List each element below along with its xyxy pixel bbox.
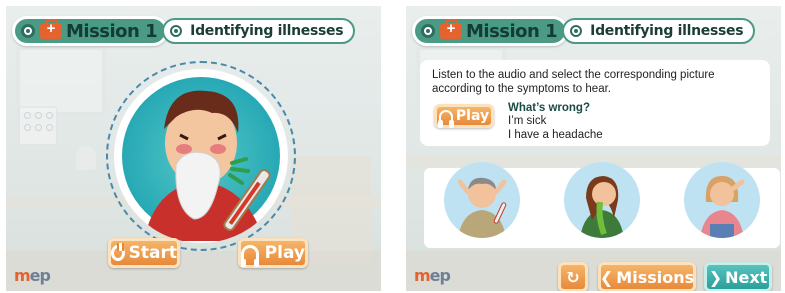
headphones-icon [437, 110, 454, 128]
play-audio-button[interactable]: Play [434, 104, 494, 128]
play-audio-label: Play [455, 108, 490, 124]
missions-button-label: Missions [616, 267, 695, 287]
instruction-text: Listen to the audio and select the corre… [432, 69, 715, 95]
missions-button[interactable]: ❮ Missions [598, 262, 696, 291]
chevron-right-icon: ❯ [708, 267, 723, 287]
headphones-icon [241, 245, 259, 267]
mep-logo: mmepep [14, 266, 51, 285]
eye-chart [18, 106, 58, 146]
start-button[interactable]: Start [108, 238, 180, 268]
power-icon [111, 243, 125, 261]
intro-screen: Mission 1 Identifying illnesses Start Pl… [6, 6, 381, 291]
activity-screen: Mission 1 Identifying illnesses Listen t… [406, 6, 781, 291]
mission-label: Mission 1 [466, 20, 558, 42]
start-button-label: Start [128, 243, 177, 263]
sick-boy-illustration [114, 69, 288, 243]
replay-icon: ↻ [566, 267, 580, 287]
chevron-left-icon: ❮ [599, 267, 614, 287]
floor [6, 251, 381, 291]
answer-line-1: I’m sick [508, 115, 547, 127]
medical-kit-icon [440, 19, 462, 39]
picture-options [424, 162, 780, 248]
mission-header: Mission 1 Identifying illnesses [12, 16, 356, 46]
play-button[interactable]: Play [238, 238, 308, 268]
play-button-label: Play [264, 243, 305, 263]
next-button-label: Next [725, 267, 768, 287]
boy-with-fever-icon [457, 177, 507, 238]
next-button[interactable]: ❯ Next [704, 262, 772, 291]
question-text: What’s wrong? [508, 102, 590, 114]
info-icon [170, 25, 183, 37]
option-headache[interactable] [684, 162, 760, 238]
option-fever[interactable] [444, 162, 520, 238]
mission-header: Mission 1 Identifying illnesses [412, 16, 756, 46]
mission-badge[interactable]: Mission 1 [12, 16, 169, 46]
replay-button[interactable]: ↻ [558, 262, 588, 291]
instruction-card: Listen to the audio and select the corre… [420, 60, 770, 146]
girl-with-headache-icon [700, 176, 745, 238]
mep-logo: mep [414, 266, 451, 285]
settings-icon [421, 24, 435, 38]
dialogue: What’s wrong? I’m sick I have a headache [508, 102, 603, 142]
option-vomiting[interactable] [564, 162, 640, 238]
answer-line-2: I have a headache [508, 129, 603, 141]
mission-badge[interactable]: Mission 1 [412, 16, 569, 46]
info-icon [570, 25, 583, 37]
medical-kit-icon [40, 19, 62, 39]
settings-icon [21, 24, 35, 38]
mission-label: Mission 1 [66, 20, 158, 42]
mission-title: Identifying illnesses [562, 18, 756, 44]
mission-title-text: Identifying illnesses [190, 23, 344, 39]
lamp [76, 146, 96, 170]
girl-vomiting-icon [580, 176, 624, 238]
mission-title-text: Identifying illnesses [590, 23, 744, 39]
mission-title: Identifying illnesses [162, 18, 356, 44]
